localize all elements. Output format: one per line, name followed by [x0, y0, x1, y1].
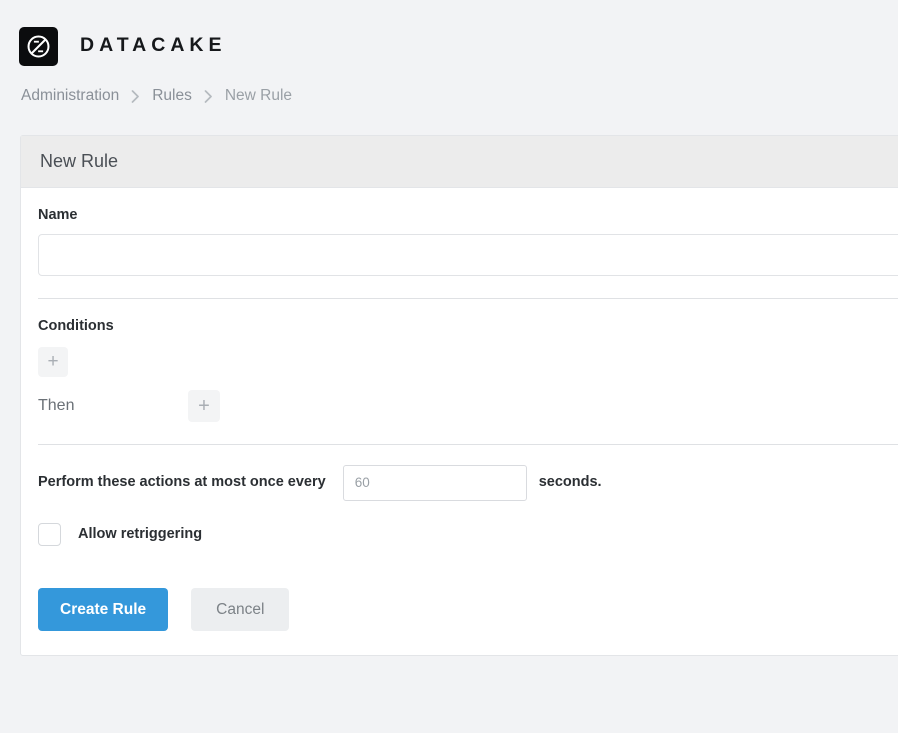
- breadcrumb-item-new-rule: New Rule: [225, 87, 292, 105]
- allow-retriggering-checkbox[interactable]: [38, 523, 61, 546]
- cancel-button[interactable]: Cancel: [191, 588, 289, 632]
- then-row: Then +: [38, 390, 898, 422]
- breadcrumb: Administration Rules New Rule: [0, 78, 898, 114]
- card-body: Name Conditions + Then + Perform these a…: [21, 188, 898, 656]
- throttle-suffix-label: seconds.: [539, 475, 602, 490]
- allow-retriggering-label[interactable]: Allow retriggering: [78, 527, 202, 542]
- datacake-disc-logo-icon: [19, 27, 58, 66]
- chevron-right-icon: [131, 90, 140, 103]
- throttle-section: Perform these actions at most once every…: [38, 444, 898, 568]
- rule-name-input[interactable]: [38, 234, 898, 276]
- conditions-section: Conditions + Then +: [38, 298, 898, 444]
- create-rule-button[interactable]: Create Rule: [38, 588, 168, 632]
- card-header-title: New Rule: [21, 136, 898, 188]
- throttle-row: Perform these actions at most once every…: [38, 465, 898, 501]
- add-action-button[interactable]: +: [188, 390, 220, 422]
- app-header: DATACAKE: [0, 0, 898, 72]
- name-label: Name: [38, 208, 898, 223]
- conditions-label: Conditions: [38, 319, 898, 334]
- breadcrumb-item-administration[interactable]: Administration: [21, 87, 119, 105]
- name-section: Name: [38, 188, 898, 299]
- breadcrumb-item-rules[interactable]: Rules: [152, 87, 192, 105]
- new-rule-card: New Rule Name Conditions + Then + Perfor…: [20, 135, 898, 656]
- add-condition-button[interactable]: +: [38, 347, 68, 377]
- brand-name: DATACAKE: [80, 36, 227, 56]
- allow-retriggering-row: Allow retriggering: [38, 523, 898, 546]
- then-label: Then: [38, 398, 188, 414]
- throttle-prefix-label: Perform these actions at most once every: [38, 475, 326, 490]
- form-actions: Create Rule Cancel: [38, 568, 898, 656]
- chevron-right-icon: [204, 90, 213, 103]
- throttle-seconds-input[interactable]: [343, 465, 527, 501]
